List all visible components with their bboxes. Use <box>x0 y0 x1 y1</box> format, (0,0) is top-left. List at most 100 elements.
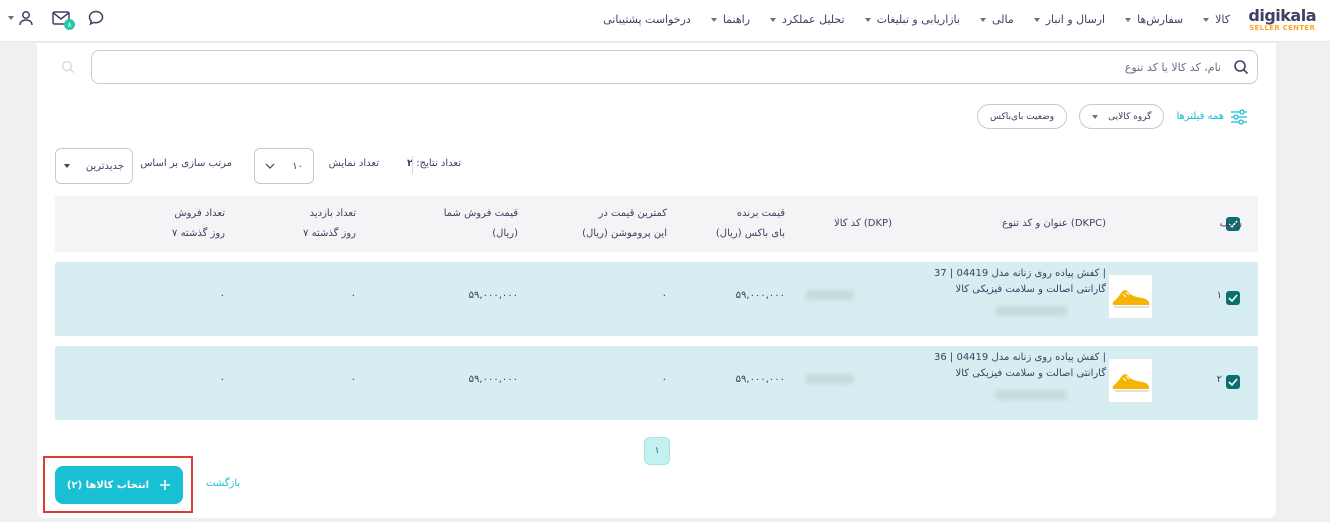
chevron-down-icon <box>1203 17 1210 22</box>
search-icon <box>1233 59 1249 78</box>
filter-chip-group[interactable]: گروه کالایی <box>1079 104 1165 129</box>
mail-badge: ۸ <box>64 19 75 30</box>
chevron-down-icon <box>770 17 777 22</box>
product-title-main: کفش پیاده روی زنانه مدل 04419 | 36 | <box>933 352 1106 363</box>
chevron-down-icon <box>8 16 14 20</box>
sales-count: ۰ <box>219 374 225 385</box>
page-size-label: تعداد نمایش <box>328 158 379 169</box>
product-title-main: کفش پیاده روی زنانه مدل 04419 | 37 | <box>933 268 1106 279</box>
nav-label: ارسال و انبار <box>1045 13 1106 26</box>
col-buybox: قیمت برنده بای باکس (ریال) <box>716 204 785 244</box>
row-index: ۲ <box>1216 374 1222 385</box>
account-menu[interactable] <box>8 10 34 26</box>
nav-item-analytics[interactable]: تحلیل عملکرد <box>770 13 845 26</box>
chat-button[interactable] <box>88 10 104 26</box>
shoe-image <box>1112 289 1149 308</box>
nav-item-finance[interactable]: مالی <box>979 13 1014 26</box>
page-size-select[interactable]: ۱۰ <box>254 148 314 184</box>
result-count-label: تعداد نتایج: <box>416 158 461 169</box>
pagination-page-current[interactable]: ۱ <box>644 437 670 465</box>
check-icon <box>1228 378 1238 386</box>
col-row: ردیف <box>1219 218 1242 229</box>
your-price: ۵۹,۰۰۰,۰۰۰ <box>468 290 518 301</box>
product-title[interactable]: کفش پیاده روی زنانه مدل 04419 | 36 | گار… <box>916 350 1106 382</box>
chevron-down-icon <box>64 164 70 168</box>
table-row[interactable]: ۲ کفش پیاده روی زنانه مدل 04419 | 36 | گ… <box>55 346 1258 420</box>
visits-count: ۰ <box>350 290 356 301</box>
check-icon <box>1228 294 1238 302</box>
dkp-code-redacted <box>806 374 854 384</box>
col-sales: تعداد فروش ۷ روز گذشته <box>172 204 225 244</box>
col-buybox-line1: قیمت برنده <box>736 208 785 219</box>
table-row[interactable]: ۱ کفش پیاده روی زنانه مدل 04419 | 37 | گ… <box>55 262 1258 336</box>
product-title-sub: گارانتی اصالت و سلامت فیزیکی کالا <box>955 368 1106 379</box>
col-title: عنوان و کد تنوع (DKPC) <box>1002 218 1106 229</box>
nav-label: تحلیل عملکرد <box>782 13 845 26</box>
page-size-value: ۱۰ <box>292 160 303 172</box>
nav-item-marketing[interactable]: بازاریابی و تبلیغات <box>864 13 960 26</box>
nav-item-products[interactable]: کالا <box>1203 13 1230 26</box>
col-lowest-line2: این پروموشن (ریال) <box>582 228 667 239</box>
dkpc-code-redacted <box>995 306 1067 316</box>
buybox-price: ۵۹,۰۰۰,۰۰۰ <box>735 374 785 385</box>
chevron-down-icon <box>979 17 986 22</box>
select-products-button[interactable]: انتخاب کالاها (۲) <box>55 466 183 504</box>
col-your-price: قیمت فروش شما (ریال) <box>444 204 518 244</box>
sort-label: مرتب سازی بر اساس <box>140 158 232 169</box>
lowest-price: ۰ <box>661 290 667 301</box>
table-header: ردیف عنوان و کد تنوع (DKPC) کد کالا (DKP… <box>55 196 1258 252</box>
all-filters-button[interactable]: همه فیلترها <box>1176 108 1248 125</box>
col-your-price-line1: قیمت فروش شما <box>443 208 518 219</box>
chip-label: وضعیت بای‌باکس <box>990 111 1055 122</box>
filter-bar: همه فیلترها گروه کالایی وضعیت بای‌باکس <box>977 104 1248 129</box>
filter-chip-buybox-status[interactable]: وضعیت بای‌باکس <box>977 104 1068 129</box>
col-sales-line1: تعداد فروش <box>174 208 225 219</box>
main-panel: نام، کد کالا یا کد تنوع همه فیلترها گروه… <box>37 43 1276 518</box>
search-icon <box>61 60 75 77</box>
shoe-image <box>1112 373 1149 392</box>
nav-item-support[interactable]: درخواست پشتیبانی <box>603 13 691 26</box>
chip-label: گروه کالایی <box>1108 111 1152 122</box>
dkpc-code-redacted <box>995 390 1067 400</box>
lowest-price: ۰ <box>661 374 667 385</box>
select-products-label: انتخاب کالاها (۲) <box>66 479 150 491</box>
nav-label: کالا <box>1215 13 1230 26</box>
nav-item-help[interactable]: راهنما <box>710 13 750 26</box>
chat-icon <box>88 10 104 26</box>
col-visits-line1: تعداد بازدید <box>309 208 356 219</box>
nav-item-orders[interactable]: سفارش‌ها <box>1125 13 1183 26</box>
back-link[interactable]: بازگشت <box>206 478 240 489</box>
row-checkbox[interactable] <box>1226 291 1240 305</box>
chevron-down-icon <box>864 17 871 22</box>
col-your-price-line2: (ریال) <box>492 228 518 239</box>
topbar-icons: ۸ <box>8 10 104 30</box>
col-sales-line2: ۷ روز گذشته <box>172 228 225 239</box>
col-lowest: کمترین قیمت در این پروموشن (ریال) <box>582 204 667 244</box>
chevron-down-icon <box>1092 114 1099 119</box>
sort-select[interactable]: جدیدترین <box>55 148 133 184</box>
user-icon <box>19 11 33 26</box>
product-thumbnail[interactable] <box>1108 274 1153 319</box>
row-index: ۱ <box>1216 290 1222 301</box>
col-visits-line2: ۷ روز گذشته <box>303 228 356 239</box>
filter-sliders-icon <box>1231 108 1247 125</box>
search-placeholder: نام، کد کالا یا کد تنوع <box>1124 61 1221 74</box>
messages-button[interactable]: ۸ <box>52 10 75 30</box>
nav-label: درخواست پشتیبانی <box>603 13 691 26</box>
search-input[interactable]: نام، کد کالا یا کد تنوع <box>91 50 1258 84</box>
brand-sub: SELLER CENTER <box>1249 24 1316 32</box>
visits-count: ۰ <box>350 374 356 385</box>
col-lowest-line1: کمترین قیمت در <box>598 208 667 219</box>
chevron-down-icon <box>1125 17 1132 22</box>
result-count: تعداد نتایج: ۲ <box>407 158 461 169</box>
nav-label: بازاریابی و تبلیغات <box>876 13 960 26</box>
nav-item-shipping[interactable]: ارسال و انبار <box>1033 13 1106 26</box>
product-title[interactable]: کفش پیاده روی زنانه مدل 04419 | 37 | گار… <box>916 266 1106 298</box>
brand-name: digikala <box>1248 6 1316 25</box>
row-checkbox[interactable] <box>1226 375 1240 389</box>
product-thumbnail[interactable] <box>1108 358 1153 403</box>
chevron-down-icon <box>710 17 717 22</box>
col-buybox-line2: بای باکس (ریال) <box>715 228 785 239</box>
brand-logo[interactable]: digikala SELLER CENTER <box>1248 6 1316 32</box>
top-bar: digikala SELLER CENTER کالا سفارش‌ها ارس… <box>0 0 1330 42</box>
